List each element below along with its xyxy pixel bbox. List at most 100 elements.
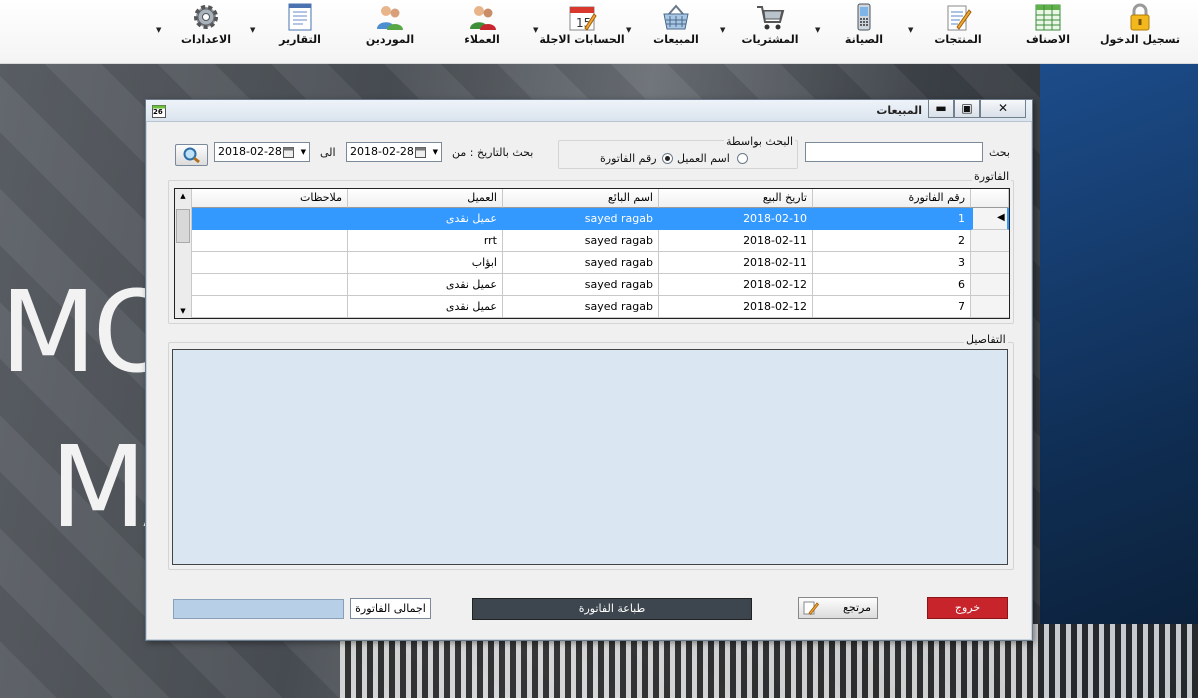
- toolbar-categories-label: الاصناف: [1026, 33, 1070, 46]
- notepad-pencil-icon: [803, 601, 819, 615]
- toolbar-products-label: المنتجات: [934, 33, 982, 46]
- toolbar-customers-label: العملاء: [464, 33, 500, 46]
- cell-notes[interactable]: [192, 274, 348, 296]
- return-button[interactable]: مرتجع: [798, 597, 878, 619]
- cell-seller[interactable]: sayed ragab: [503, 208, 659, 230]
- cell-invoice-number[interactable]: 6: [813, 274, 971, 296]
- calendar-icon: [415, 147, 426, 158]
- maximize-button[interactable]: ▣: [954, 100, 980, 118]
- shopping-cart-icon: [757, 6, 785, 30]
- toolbar-reports[interactable]: التقارير: [252, 0, 348, 56]
- calendar-icon: [283, 147, 294, 158]
- row-selector[interactable]: [971, 274, 1009, 296]
- row-selector[interactable]: [971, 296, 1009, 318]
- exit-button[interactable]: خروج: [927, 597, 1008, 619]
- mobile-phone-icon: [857, 3, 871, 31]
- toolbar-maintenance-label: الصيانة: [844, 33, 884, 46]
- radio-invoice-number[interactable]: [662, 153, 673, 164]
- cell-customer[interactable]: عميل نقدى: [348, 274, 503, 296]
- notepad-pencil-icon: [947, 5, 972, 31]
- gear-icon: [194, 5, 218, 29]
- toolbar-categories[interactable]: الاصناف: [1000, 0, 1096, 56]
- toolbar-purchases[interactable]: المشتريات: [722, 0, 818, 56]
- toolbar-settings-label: الاعدادات: [180, 33, 232, 46]
- toolbar-settings-dropdown[interactable]: ▼: [156, 26, 161, 34]
- cell-customer[interactable]: عميل نقدى: [348, 296, 503, 318]
- cell-customer[interactable]: rrt: [348, 230, 503, 252]
- col-header-notes[interactable]: ملاحظات: [192, 189, 348, 208]
- cell-sale-date[interactable]: 2018-02-12: [659, 274, 813, 296]
- radio-customer-name-label: اسم العميل: [677, 152, 730, 165]
- invoice-total-label: اجمالى الفاتورة: [350, 598, 431, 619]
- date-to-picker[interactable]: 2018-02-28 ▼: [214, 142, 310, 162]
- toolbar-maintenance[interactable]: الصيانة: [816, 0, 912, 56]
- grid-vertical-scrollbar[interactable]: ▲ ▼: [175, 189, 192, 318]
- background-blue-panel: [1040, 64, 1198, 698]
- row-selector[interactable]: [971, 252, 1009, 274]
- invoice-total-field[interactable]: [173, 599, 344, 619]
- toolbar-deferred-accounts[interactable]: 15 الحسابات الاجلة: [534, 0, 630, 56]
- details-grid[interactable]: [172, 349, 1008, 565]
- cell-sale-date[interactable]: 2018-02-11: [659, 252, 813, 274]
- cell-notes[interactable]: [192, 208, 348, 230]
- cell-invoice-number[interactable]: 7: [813, 296, 971, 318]
- row-selector[interactable]: [971, 230, 1009, 252]
- toolbar-reports-label: التقارير: [279, 33, 321, 46]
- window-titlebar[interactable]: 26 المبيعات ▬ ▣ ✕: [146, 100, 1032, 122]
- scroll-down-arrow[interactable]: ▼: [175, 304, 191, 318]
- search-button[interactable]: [175, 144, 208, 166]
- toolbar-suppliers-label: الموردين: [365, 33, 415, 46]
- toolbar-sales[interactable]: المبيعات: [628, 0, 724, 56]
- search-input[interactable]: [805, 142, 983, 162]
- chevron-down-icon: ▼: [432, 148, 438, 156]
- col-header-seller[interactable]: اسم البائع: [503, 189, 659, 208]
- close-button[interactable]: ✕: [980, 100, 1026, 118]
- cell-seller[interactable]: sayed ragab: [503, 252, 659, 274]
- toolbar-deferred-accounts-label: الحسابات الاجلة: [539, 33, 625, 46]
- cell-notes[interactable]: [192, 296, 348, 318]
- cell-customer[interactable]: ابؤاب: [348, 252, 503, 274]
- cell-invoice-number[interactable]: 3: [813, 252, 971, 274]
- col-header-invoice-number[interactable]: رقم الفاتورة: [813, 189, 971, 208]
- date-from-picker[interactable]: 2018-02-28 ▼: [346, 142, 442, 162]
- cell-sale-date[interactable]: 2018-02-10: [659, 208, 813, 230]
- minimize-button[interactable]: ▬: [928, 100, 954, 118]
- shopping-basket-icon: [663, 4, 689, 30]
- cell-seller[interactable]: sayed ragab: [503, 230, 659, 252]
- toolbar-products[interactable]: المنتجات: [910, 0, 1006, 56]
- col-header-customer[interactable]: العميل: [348, 189, 503, 208]
- customers-icon: [470, 6, 496, 30]
- cell-sale-date[interactable]: 2018-02-11: [659, 230, 813, 252]
- toolbar-deferred-accounts-dropdown[interactable]: ▼: [533, 26, 538, 34]
- magnifier-icon: [183, 147, 200, 164]
- calendar-icon: 15: [569, 6, 597, 31]
- toolbar-purchases-label: المشتريات: [741, 33, 799, 46]
- cell-invoice-number[interactable]: 2: [813, 230, 971, 252]
- row-selector[interactable]: ◀: [971, 208, 1009, 230]
- chevron-down-icon: ▼: [300, 148, 306, 156]
- scroll-thumb[interactable]: [176, 209, 190, 243]
- toolbar-settings[interactable]: الاعدادات: [158, 0, 254, 56]
- lock-icon: [1130, 3, 1150, 31]
- col-header-sale-date[interactable]: تاريخ البيع: [659, 189, 813, 208]
- invoice-grid[interactable]: ▲ ▼ رقم الفاتورة تاريخ البيع اسم البائع …: [174, 188, 1010, 319]
- cell-invoice-number[interactable]: 1: [813, 208, 971, 230]
- cell-sale-date[interactable]: 2018-02-12: [659, 296, 813, 318]
- cell-seller[interactable]: sayed ragab: [503, 296, 659, 318]
- scroll-up-arrow[interactable]: ▲: [175, 189, 191, 203]
- radio-customer-name[interactable]: [737, 153, 748, 164]
- print-invoice-button[interactable]: طباعة الفاتورة: [472, 598, 752, 620]
- search-label: بحث: [989, 146, 1010, 159]
- col-header-row-selector: [971, 189, 1009, 208]
- cell-notes[interactable]: [192, 230, 348, 252]
- cell-seller[interactable]: sayed ragab: [503, 274, 659, 296]
- toolbar-login[interactable]: تسجيل الدخول: [1092, 0, 1188, 56]
- cell-notes[interactable]: [192, 252, 348, 274]
- toolbar-suppliers[interactable]: الموردين: [342, 0, 438, 56]
- main-toolbar: تسجيل الدخول الاصناف المنتجات ▼ الصيانة …: [0, 0, 1198, 64]
- toolbar-sales-label: المبيعات: [653, 33, 699, 46]
- toolbar-customers[interactable]: العملاء: [434, 0, 530, 56]
- details-section-title: التفاصيل: [964, 333, 1008, 346]
- date-from-value: 2018-02-28: [350, 145, 414, 158]
- cell-customer[interactable]: عميل نقدى: [348, 208, 503, 230]
